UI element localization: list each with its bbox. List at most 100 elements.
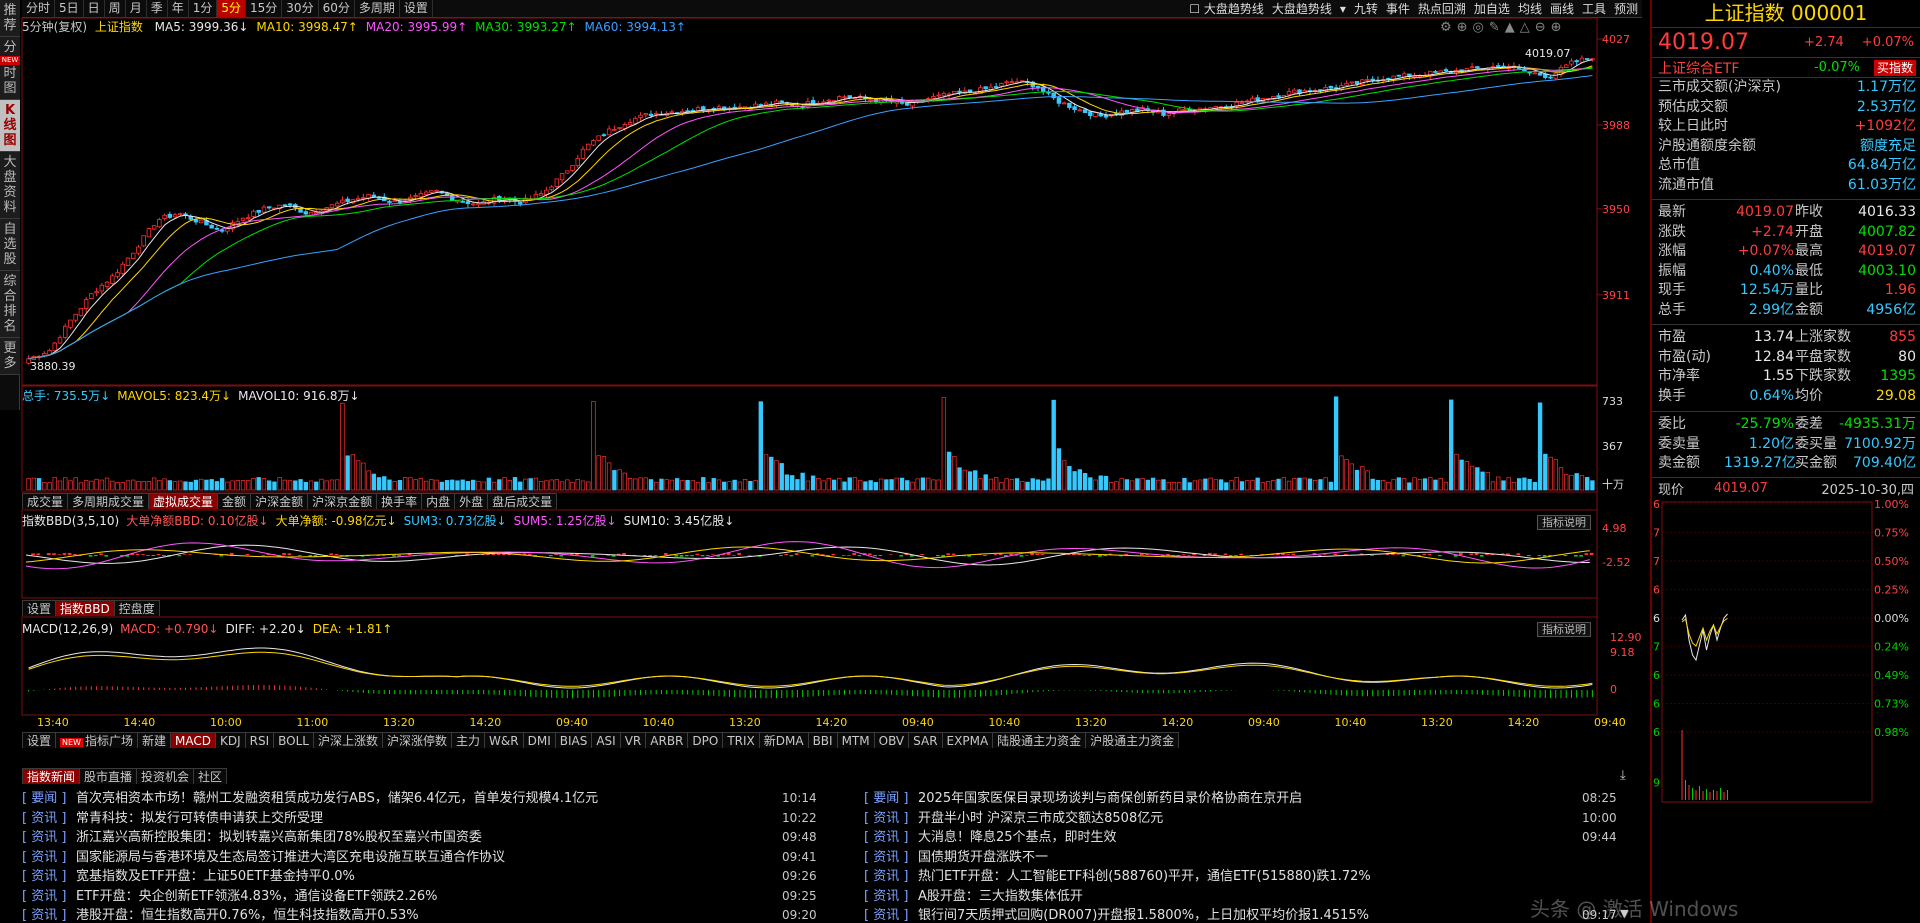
macd-tab[interactable]: SAR: [908, 732, 943, 748]
news-item[interactable]: [ 资讯 ] 浙江嘉兴高新控股集团：拟划转嘉兴高新集团78%股权至嘉兴市国资委: [22, 828, 482, 847]
macd-tab[interactable]: BIAS: [554, 732, 593, 748]
macd-tab[interactable]: TRIX: [722, 732, 760, 748]
news-title[interactable]: 港股开盘：恒生指数高开0.76%，恒生科技指数高开0.53%: [76, 906, 419, 923]
volume-tab[interactable]: 金额: [217, 493, 252, 509]
macd-tab[interactable]: EXPMA: [941, 732, 994, 748]
volume-bar: [99, 479, 105, 491]
news-item[interactable]: [ 要闻 ] 首次亮相资本市场！赣州工发融资租赁成功发行ABS，储架6.4亿元，首…: [22, 789, 598, 808]
macd-tab[interactable]: 沪股通主力资金: [1085, 732, 1180, 748]
tab-label: BOLL: [278, 734, 309, 748]
volume-tab[interactable]: 盘后成交量: [487, 493, 558, 509]
macd-explain-button[interactable]: 指标说明: [1537, 622, 1591, 637]
minute-right-tick: 0.00%: [1874, 612, 1909, 625]
macd-tab[interactable]: ASI: [591, 732, 621, 748]
news-title[interactable]: 国债期货开盘涨跌不一: [918, 848, 1048, 867]
news-title[interactable]: 银行间7天质押式回购(DR007)开盘报1.5800%，上日加权平均价报1.45…: [918, 906, 1369, 923]
quote-value: +0.07%: [1737, 243, 1794, 259]
candle-body: [1239, 102, 1245, 104]
news-item[interactable]: [ 资讯 ] 港股开盘：恒生指数高开0.76%，恒生科技指数高开0.53%: [22, 906, 419, 923]
bbd-explain-button[interactable]: 指标说明: [1537, 515, 1591, 530]
news-item[interactable]: [ 资讯 ] ETF开盘：央企创新ETF领涨4.83%，通信设备ETF领跌2.26…: [22, 887, 438, 906]
volume-bar: [1292, 478, 1297, 491]
macd-tab[interactable]: 新DMA: [758, 732, 809, 748]
bbd-bar: [104, 555, 109, 557]
news-item[interactable]: [ 要闻 ] 2025年国家医保目录现场谈判与商保创新药目录价格协商在京开启: [864, 789, 1302, 808]
news-item[interactable]: [ 资讯 ] 国家能源局与香港环境及生态局签订推进大湾区充电设施互联互通合作协议: [22, 848, 505, 867]
news-title[interactable]: 首次亮相资本市场！赣州工发融资租赁成功发行ABS，储架6.4亿元，首单发行规模4…: [76, 789, 598, 808]
tab-label: BIAS: [559, 734, 588, 748]
bbd-bar: [99, 553, 103, 555]
bbd-header-value: SUM3: 0.73亿股↓: [403, 514, 507, 528]
volume-tab[interactable]: 换手率: [376, 493, 423, 509]
news-title[interactable]: 开盘半小时 沪深京三市成交额达8508亿元: [918, 809, 1163, 828]
volume-bar: [884, 479, 889, 491]
bbd-tab[interactable]: 设置: [22, 600, 57, 616]
news-item[interactable]: [ 资讯 ] 国债期货开盘涨跌不一: [864, 848, 1048, 867]
news-title[interactable]: 国家能源局与香港环境及生态局签订推进大湾区充电设施互联互通合作协议: [76, 848, 505, 867]
volume-bar: [596, 455, 601, 491]
volume-bar: [674, 478, 680, 491]
bbd-tab[interactable]: 控盘度: [113, 600, 160, 616]
macd-tab[interactable]: OBV: [873, 732, 910, 748]
volume-tab[interactable]: 多周期成交量: [67, 493, 150, 509]
bbd-bar: [1009, 553, 1013, 555]
bbd-bar: [820, 554, 825, 555]
news-tab[interactable]: 社区: [193, 768, 228, 784]
news-item[interactable]: [ 资讯 ] 银行间7天质押式回购(DR007)开盘报1.5800%，上日加权平均…: [864, 906, 1369, 923]
macd-tab[interactable]: BOLL: [273, 732, 314, 748]
news-item[interactable]: [ 资讯 ] 常青科技：拟发行可转债申请获上交所受理: [22, 809, 323, 828]
macd-tab[interactable]: 沪深上涨数: [312, 732, 383, 748]
macd-tab[interactable]: 沪深涨停数: [382, 732, 453, 748]
macd-tab[interactable]: DMI: [522, 732, 556, 748]
macd-tab[interactable]: MACD: [170, 732, 216, 748]
macd-tab[interactable]: VR: [619, 732, 647, 748]
bbd-tab[interactable]: 指数BBD: [55, 600, 115, 616]
macd-tab[interactable]: W&R: [484, 732, 524, 748]
news-title[interactable]: 热门ETF开盘：人工智能ETF科创(588760)平开，通信ETF(515880…: [918, 867, 1371, 886]
news-title[interactable]: ETF开盘：央企创新ETF领涨4.83%，通信设备ETF领跌2.26%: [76, 887, 438, 906]
macd-tab[interactable]: NEW 指标广场: [55, 732, 138, 748]
macd-tab[interactable]: DPO: [687, 732, 724, 748]
macd-tab[interactable]: 新建: [136, 732, 171, 748]
bbd-bar: [282, 552, 286, 555]
volume-tab[interactable]: 沪深金额: [250, 493, 309, 509]
macd-tab[interactable]: ARBR: [645, 732, 689, 748]
minute-right-tick: 0.49%: [1874, 669, 1909, 682]
macd-tab[interactable]: KDJ: [214, 732, 246, 748]
news-tab[interactable]: 股市直播: [79, 768, 138, 784]
macd-tab[interactable]: 设置: [22, 732, 57, 748]
volume-bar: [852, 477, 858, 491]
news-title[interactable]: 大消息！降息25个基点，即时生效: [918, 828, 1117, 847]
quote-row: 振幅 0.40% 最低 4003.10: [1652, 262, 1920, 282]
news-item[interactable]: [ 资讯 ] 大消息！降息25个基点，即时生效: [864, 828, 1117, 847]
news-item[interactable]: [ 资讯 ] 热门ETF开盘：人工智能ETF科创(588760)平开，通信ETF(…: [864, 867, 1371, 886]
macd-tab[interactable]: MTM: [836, 732, 875, 748]
news-tag: [ 要闻 ]: [22, 791, 67, 806]
buy-index-button[interactable]: 买指数: [1873, 59, 1916, 76]
news-tab[interactable]: 指数新闻: [22, 768, 81, 784]
news-title[interactable]: 浙江嘉兴高新控股集团：拟划转嘉兴高新集团78%股权至嘉兴市国资委: [76, 828, 482, 847]
news-tag: [ 要闻 ]: [864, 791, 909, 806]
news-title[interactable]: 常青科技：拟发行可转债申请获上交所受理: [76, 809, 323, 828]
volume-bar: [606, 462, 612, 491]
news-tab[interactable]: 投资机会: [136, 768, 195, 784]
volume-tab[interactable]: 内盘: [421, 493, 456, 509]
news-title[interactable]: 2025年国家医保目录现场谈判与商保创新药目录价格协商在京开启: [918, 789, 1302, 808]
quote-value: 29.08: [1875, 387, 1916, 404]
download-icon[interactable]: ⤓: [1620, 768, 1626, 783]
news-item[interactable]: [ 资讯 ] A股开盘：三大指数集体低开: [864, 887, 1083, 906]
macd-tab[interactable]: RSI: [244, 732, 275, 748]
volume-tab[interactable]: 成交量: [22, 493, 69, 509]
etf-name[interactable]: 上证综合ETF: [1658, 58, 1814, 78]
macd-tab[interactable]: BBI: [807, 732, 838, 748]
price-y-tick: 3911: [1602, 289, 1630, 302]
news-item[interactable]: [ 资讯 ] 开盘半小时 沪深京三市成交额达8508亿元: [864, 809, 1163, 828]
volume-tab[interactable]: 虚拟成交量: [148, 493, 219, 509]
macd-tab[interactable]: 主力: [451, 732, 486, 748]
macd-tab[interactable]: 陆股通主力资金: [992, 732, 1087, 748]
news-item[interactable]: [ 资讯 ] 宽基指数及ETF开盘：上证50ETF基金持平0.0%: [22, 867, 355, 886]
volume-tab[interactable]: 外盘: [454, 493, 489, 509]
news-title[interactable]: 宽基指数及ETF开盘：上证50ETF基金持平0.0%: [76, 867, 355, 886]
news-title[interactable]: A股开盘：三大指数集体低开: [918, 887, 1083, 906]
volume-tab[interactable]: 沪深京金额: [307, 493, 378, 509]
